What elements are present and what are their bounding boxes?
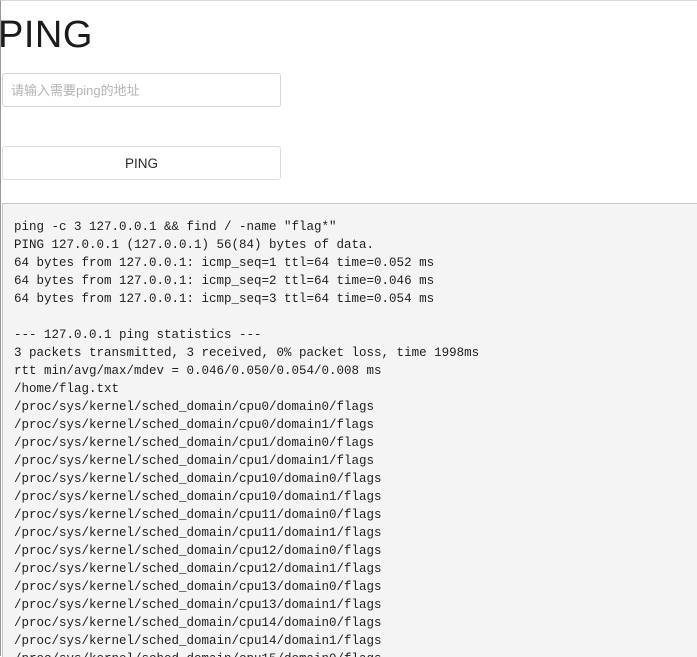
- page-title: PING: [0, 14, 93, 56]
- ping-tool-page: PING PING ping -c 3 127.0.0.1 && find / …: [0, 0, 697, 657]
- ping-form: PING PING: [0, 1, 697, 180]
- ping-submit-button[interactable]: PING: [2, 146, 281, 180]
- ping-output-panel: ping -c 3 127.0.0.1 && find / -name "fla…: [2, 203, 697, 657]
- ping-address-input[interactable]: [2, 73, 281, 107]
- ping-output-text: ping -c 3 127.0.0.1 && find / -name "fla…: [14, 220, 480, 657]
- address-field-wrapper: [1, 73, 697, 107]
